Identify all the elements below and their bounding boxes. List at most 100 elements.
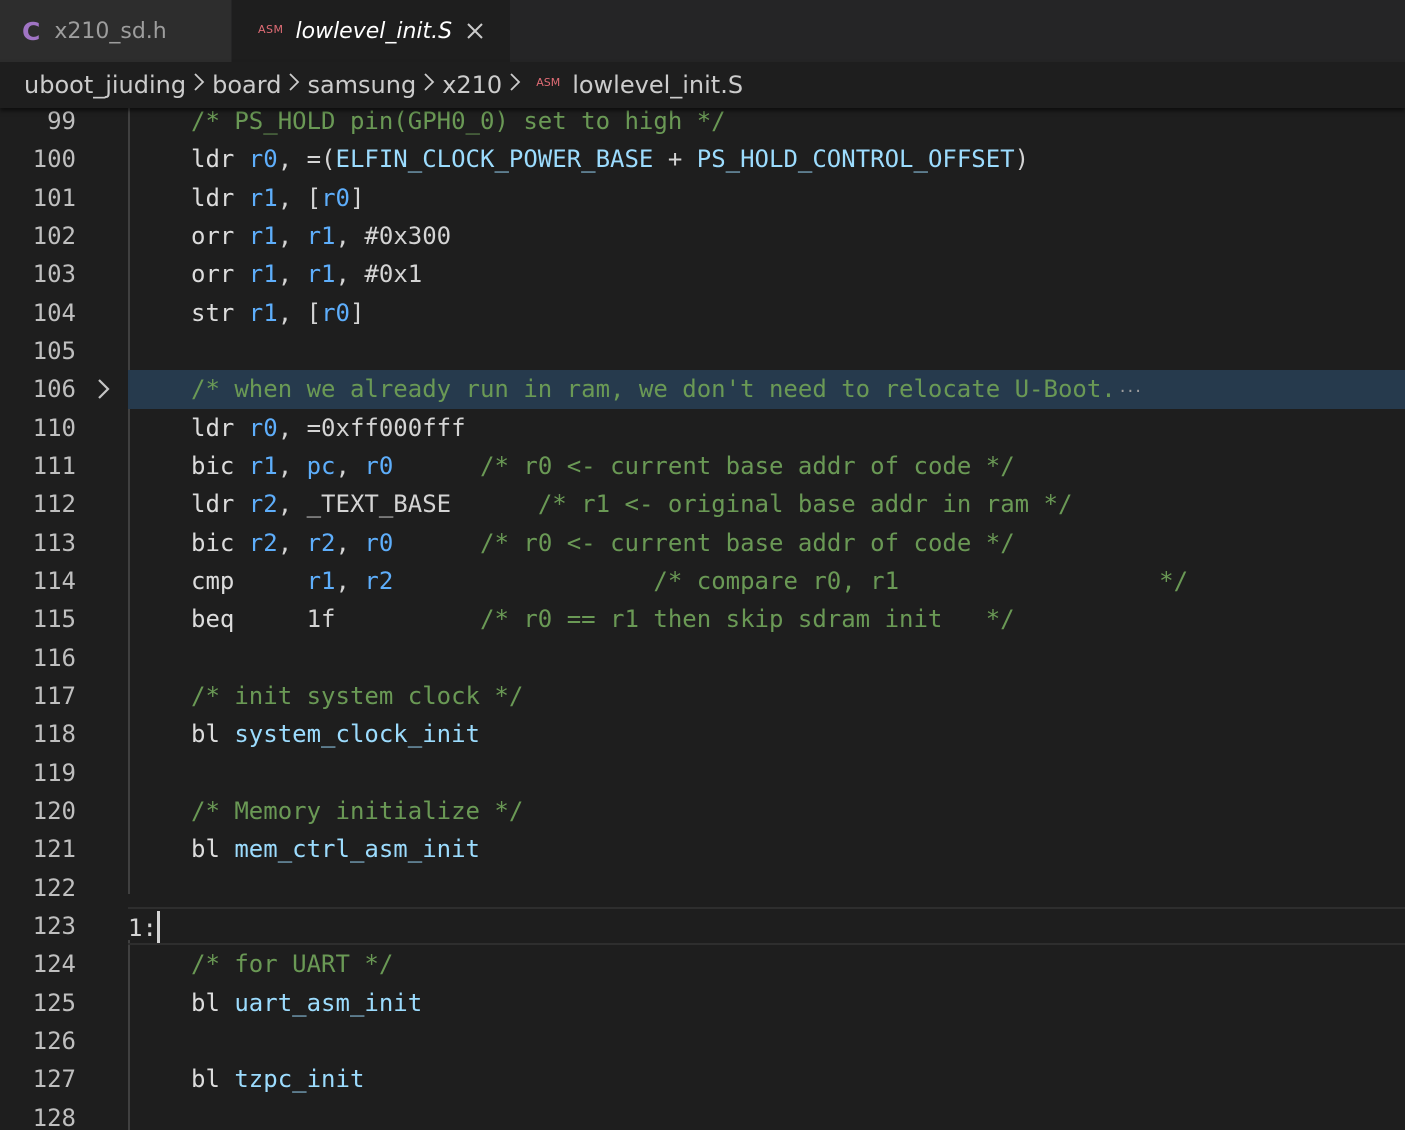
- code-line[interactable]: 110 ldr r0, =0xff000fff: [0, 409, 1405, 447]
- code-line-area[interactable]: str r1, [r0]: [128, 294, 1405, 332]
- line-number: 115: [32, 605, 76, 634]
- code-line-area[interactable]: bl system_clock_init: [128, 715, 1405, 753]
- code-line[interactable]: 128: [0, 1099, 1405, 1130]
- code-token: r1: [306, 260, 336, 289]
- line-number: 106: [32, 375, 76, 404]
- tab-x210-sd-h[interactable]: C x210_sd.h: [0, 0, 232, 62]
- code-token: uart_asm_init: [234, 988, 423, 1017]
- breadcrumb-item-uboot-jiuding[interactable]: uboot_jiuding: [24, 71, 186, 99]
- code-line[interactable]: 104 str r1, [r0]: [0, 294, 1405, 332]
- code-token: ,: [277, 451, 307, 480]
- line-number: 122: [32, 873, 76, 902]
- code-token: 1f: [306, 605, 336, 634]
- line-number: 114: [32, 566, 76, 595]
- code-line-area[interactable]: cmp r1, r2 /* compare r0, r1 */: [128, 562, 1405, 600]
- code-token: ,: [277, 528, 307, 557]
- code-line[interactable]: 116: [0, 639, 1405, 677]
- breadcrumb-item-file[interactable]: lowlevel_init.S: [572, 71, 743, 99]
- code-line-area[interactable]: bic r2, r2, r0 /* r0 <- current base add…: [128, 524, 1405, 562]
- code-line-area[interactable]: [128, 754, 1405, 792]
- breadcrumb-item-samsung[interactable]: samsung: [307, 71, 416, 99]
- code-line[interactable]: 124 /* for UART */: [0, 945, 1405, 983]
- code-line-area[interactable]: orr r1, r1, #0x1: [128, 255, 1405, 293]
- line-number: 118: [32, 720, 76, 749]
- code-line-area[interactable]: ldr r2, _TEXT_BASE /* r1 <- original bas…: [128, 485, 1405, 523]
- breadcrumb-item-board[interactable]: board: [212, 71, 281, 99]
- code-token: r2: [248, 528, 278, 557]
- code-line-area[interactable]: [128, 1022, 1405, 1060]
- code-text: bl system_clock_init: [191, 715, 480, 753]
- breadcrumb-item-x210[interactable]: x210: [442, 71, 502, 99]
- chevron-right-icon: [193, 72, 205, 98]
- code-line[interactable]: 125 bl uart_asm_init: [0, 984, 1405, 1022]
- code-line-area[interactable]: beq 1f /* r0 == r1 then skip sdram init …: [128, 600, 1405, 638]
- code-line[interactable]: 102 orr r1, r1, #0x300: [0, 217, 1405, 255]
- code-line-area[interactable]: bl tzpc_init: [128, 1060, 1405, 1098]
- code-line-area[interactable]: [128, 869, 1405, 907]
- code-line-area[interactable]: /* init system clock */: [128, 677, 1405, 715]
- line-number: 101: [32, 183, 76, 212]
- code-token: bl: [191, 835, 235, 864]
- code-editor[interactable]: 99/* PS_HOLD pin(GPH0_0) set to high */1…: [0, 102, 1405, 1130]
- code-line[interactable]: 122: [0, 869, 1405, 907]
- code-token: bic: [191, 451, 249, 480]
- line-number: 112: [32, 490, 76, 519]
- code-line-area[interactable]: ldr r0, =(ELFIN_CLOCK_POWER_BASE + PS_HO…: [128, 140, 1405, 178]
- line-number: 104: [32, 298, 76, 327]
- code-line[interactable]: 118 bl system_clock_init: [0, 715, 1405, 753]
- chevron-right-icon[interactable]: [92, 377, 116, 401]
- code-line-area[interactable]: orr r1, r1, #0x300: [128, 217, 1405, 255]
- code-token: ldr: [191, 413, 249, 442]
- line-number: 100: [32, 145, 76, 174]
- code-line[interactable]: 101 ldr r1, [r0]: [0, 179, 1405, 217]
- code-line-area[interactable]: /* when we already run in ram, we don't …: [128, 370, 1405, 409]
- code-line[interactable]: 106 /* when we already run in ram, we don…: [0, 370, 1405, 409]
- code-line[interactable]: 126: [0, 1022, 1405, 1060]
- code-token: r2: [364, 566, 394, 595]
- code-token: r1: [248, 183, 278, 212]
- code-token: ]: [349, 298, 365, 327]
- code-text: bl mem_ctrl_asm_init: [191, 830, 480, 868]
- code-line-area[interactable]: [128, 332, 1405, 370]
- code-line[interactable]: 111 bic r1, pc, r0 /* r0 <- current base …: [0, 447, 1405, 485]
- code-line[interactable]: 119: [0, 754, 1405, 792]
- code-token: ,: [277, 490, 307, 519]
- code-line[interactable]: 100 ldr r0, =(ELFIN_CLOCK_POWER_BASE + PS…: [0, 140, 1405, 178]
- code-line[interactable]: 105: [0, 332, 1405, 370]
- code-line[interactable]: 113 bic r2, r2, r0 /* r0 <- current base …: [0, 524, 1405, 562]
- code-token: ,: [277, 260, 307, 289]
- code-line[interactable]: 120 /* Memory initialize */: [0, 792, 1405, 830]
- tab-label: lowlevel_init.S: [295, 18, 453, 44]
- close-icon[interactable]: [464, 20, 486, 42]
- code-line[interactable]: 123 1:: [0, 906, 1405, 946]
- code-line-area[interactable]: /* for UART */: [128, 945, 1405, 983]
- code-line-area[interactable]: bic r1, pc, r0 /* r0 <- current base add…: [128, 447, 1405, 485]
- code-token: bl: [191, 720, 235, 749]
- code-token: str: [191, 298, 249, 327]
- code-line-area[interactable]: ldr r1, [r0]: [128, 179, 1405, 217]
- code-token: bl: [191, 1065, 235, 1094]
- tab-lowlevel-init-s[interactable]: ASM lowlevel_init.S: [232, 0, 510, 62]
- code-line[interactable]: 117 /* init system clock */: [0, 677, 1405, 715]
- code-token: mem_ctrl_asm_init: [234, 835, 480, 864]
- code-line-area[interactable]: bl uart_asm_init: [128, 984, 1405, 1022]
- code-line-area[interactable]: bl mem_ctrl_asm_init: [128, 830, 1405, 868]
- code-text: bic r1, pc, r0 /* r0 <- current base add…: [191, 447, 1015, 485]
- folded-ellipsis[interactable]: ···: [1120, 381, 1143, 402]
- code-line[interactable]: 127 bl tzpc_init: [0, 1060, 1405, 1098]
- code-line-area[interactable]: 1:: [128, 906, 1405, 946]
- code-line[interactable]: 121 bl mem_ctrl_asm_init: [0, 830, 1405, 868]
- code-token: orr: [191, 221, 249, 250]
- code-token: ldr: [191, 490, 249, 519]
- code-line[interactable]: 114 cmp r1, r2 /* compare r0, r1 */: [0, 562, 1405, 600]
- code-line[interactable]: 103 orr r1, r1, #0x1: [0, 255, 1405, 293]
- line-number: 110: [32, 413, 76, 442]
- line-number: 121: [32, 835, 76, 864]
- code-line[interactable]: 112 ldr r2, _TEXT_BASE /* r1 <- original …: [0, 485, 1405, 523]
- code-line-area[interactable]: /* Memory initialize */: [128, 792, 1405, 830]
- code-line-area[interactable]: [128, 639, 1405, 677]
- code-line-area[interactable]: ldr r0, =0xff000fff: [128, 409, 1405, 447]
- code-line-area[interactable]: [128, 1099, 1405, 1130]
- code-line[interactable]: 115 beq 1f /* r0 == r1 then skip sdram in…: [0, 600, 1405, 638]
